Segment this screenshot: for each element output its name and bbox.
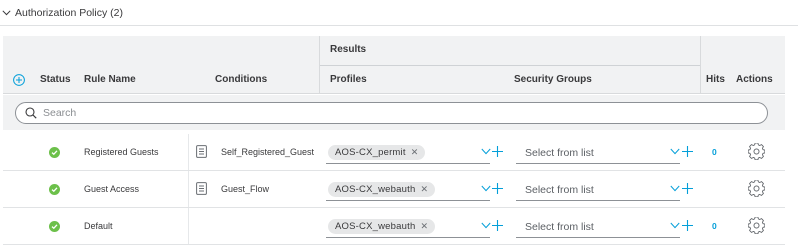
plus-icon[interactable] <box>492 146 503 157</box>
cell-divider <box>188 134 189 170</box>
plus-icon[interactable] <box>682 220 693 231</box>
profile-select[interactable]: AOS-CX_webauth ✕ <box>326 214 490 238</box>
check-circle-icon[interactable] <box>49 221 60 232</box>
document-icon[interactable] <box>196 145 207 158</box>
rule-name[interactable]: Guest Access <box>84 184 139 194</box>
authorization-policy-table: Status Rule Name Conditions Results Prof… <box>3 36 785 245</box>
section-divider <box>0 25 798 26</box>
column-divider <box>700 36 701 94</box>
chevron-down-icon[interactable] <box>481 222 491 229</box>
close-icon[interactable]: ✕ <box>420 221 428 232</box>
column-header-results: Results <box>330 44 367 55</box>
security-group-select[interactable]: Select from list <box>516 214 680 238</box>
gear-icon[interactable] <box>748 143 765 160</box>
cell-divider <box>188 171 189 207</box>
search-box <box>15 102 768 124</box>
search-icon <box>25 107 37 119</box>
search-row <box>3 95 785 130</box>
column-header-actions: Actions <box>736 74 773 85</box>
close-icon[interactable]: ✕ <box>411 147 419 158</box>
check-circle-icon[interactable] <box>49 184 60 195</box>
chevron-down-icon[interactable] <box>670 222 680 229</box>
rule-name[interactable]: Default <box>84 221 113 231</box>
table-row[interactable]: Default AOS-CX_webauth ✕ Select from lis… <box>3 208 785 245</box>
check-circle-icon[interactable] <box>49 147 60 158</box>
search-input[interactable] <box>43 107 743 119</box>
chevron-down-icon <box>2 10 11 16</box>
column-header-status[interactable]: Status <box>40 74 71 85</box>
column-header-profiles[interactable]: Profiles <box>330 74 367 85</box>
profile-chip-label: AOS-CX_webauth <box>335 221 416 232</box>
plus-icon[interactable] <box>492 183 503 194</box>
table-header: Status Rule Name Conditions Results Prof… <box>3 36 785 94</box>
security-group-placeholder: Select from list <box>525 147 594 159</box>
chevron-down-icon[interactable] <box>481 148 491 155</box>
security-group-select[interactable]: Select from list <box>516 177 680 201</box>
profile-select[interactable]: AOS-CX_permit ✕ <box>326 140 490 164</box>
chevron-down-icon[interactable] <box>670 185 680 192</box>
profile-chip-label: AOS-CX_permit <box>335 147 406 158</box>
condition-name[interactable]: Guest_Flow <box>221 184 269 194</box>
profile-chip-label: AOS-CX_webauth <box>335 184 416 195</box>
plus-icon[interactable] <box>682 146 693 157</box>
plus-circle-icon[interactable] <box>13 74 25 86</box>
chevron-down-icon[interactable] <box>670 148 680 155</box>
column-header-conditions[interactable]: Conditions <box>215 74 267 85</box>
column-header-rule-name[interactable]: Rule Name <box>84 74 136 85</box>
plus-icon[interactable] <box>492 220 503 231</box>
condition-name[interactable]: Self_Registered_Guest <box>221 147 314 157</box>
profile-chip: AOS-CX_permit ✕ <box>328 145 426 160</box>
rule-name[interactable]: Registered Guests <box>84 147 159 157</box>
column-header-security-groups[interactable]: Security Groups <box>514 74 592 85</box>
plus-icon[interactable] <box>682 183 693 194</box>
cell-divider <box>188 208 189 244</box>
security-group-placeholder: Select from list <box>525 221 594 233</box>
section-title: Authorization Policy (2) <box>15 7 123 19</box>
hits-count[interactable]: 0 <box>712 147 717 157</box>
table-row[interactable]: Registered Guests Self_Registered_Guest … <box>3 134 785 171</box>
table-row[interactable]: Guest Access Guest_Flow AOS-CX_webauth ✕… <box>3 171 785 208</box>
profile-chip: AOS-CX_webauth ✕ <box>328 182 436 197</box>
profile-select[interactable]: AOS-CX_webauth ✕ <box>326 177 490 201</box>
column-header-hits[interactable]: Hits <box>706 74 725 85</box>
profile-chip: AOS-CX_webauth ✕ <box>328 219 436 234</box>
gear-icon[interactable] <box>748 217 765 234</box>
results-group-divider <box>320 65 700 66</box>
hits-count[interactable]: 0 <box>712 221 717 231</box>
security-group-placeholder: Select from list <box>525 184 594 196</box>
security-group-select[interactable]: Select from list <box>516 140 680 164</box>
gear-icon[interactable] <box>748 180 765 197</box>
section-toggle[interactable]: Authorization Policy (2) <box>2 6 123 20</box>
close-icon[interactable]: ✕ <box>420 184 428 195</box>
document-icon[interactable] <box>196 182 207 195</box>
chevron-down-icon[interactable] <box>481 185 491 192</box>
